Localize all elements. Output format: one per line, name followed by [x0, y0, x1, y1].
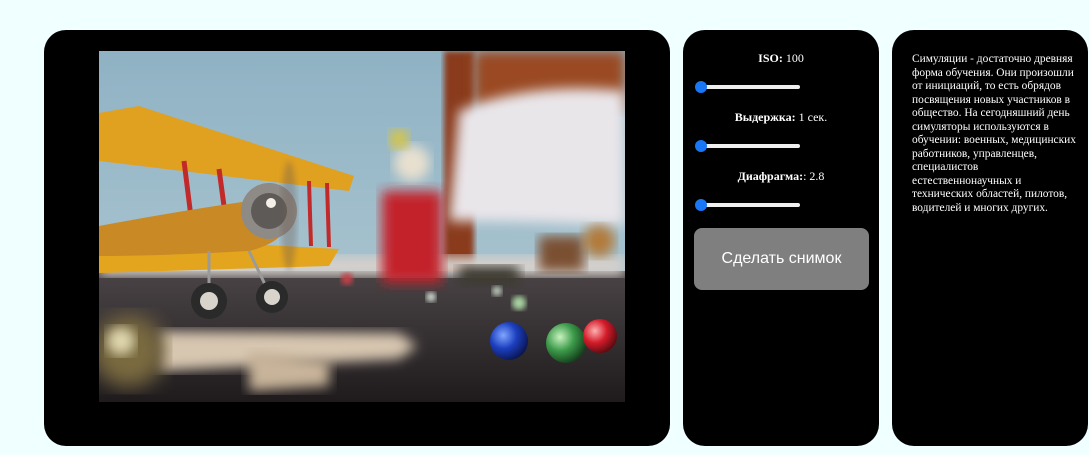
viewer-panel	[44, 30, 670, 446]
iso-label: ISO: 100	[683, 51, 879, 66]
shutter-slider-thumb[interactable]	[695, 140, 707, 152]
info-panel: Симуляции - достаточно древняя форма обу…	[892, 30, 1088, 446]
iso-value: 100	[785, 51, 804, 65]
aperture-label: Диафрагма:: 2.8	[683, 169, 879, 184]
iso-title: ISO:	[758, 51, 783, 65]
iso-slider[interactable]	[695, 81, 800, 93]
shutter-label: Выдержка: 1 сек.	[683, 110, 879, 125]
aperture-slider[interactable]	[695, 199, 800, 211]
shutter-slider-track[interactable]	[697, 144, 800, 148]
aperture-title: Диафрагма:	[737, 169, 804, 183]
aperture-slider-thumb[interactable]	[695, 199, 707, 211]
iso-slider-thumb[interactable]	[695, 81, 707, 93]
photo-scene	[99, 51, 625, 402]
iso-slider-track[interactable]	[697, 85, 800, 89]
camera-photo	[99, 51, 625, 402]
aperture-value: : 2.8	[803, 169, 825, 183]
shutter-title: Выдержка:	[734, 110, 796, 124]
take-snapshot-button[interactable]: Сделать снимок	[694, 228, 869, 290]
shutter-value: 1 сек.	[798, 110, 828, 124]
info-text: Симуляции - достаточно древняя форма обу…	[912, 53, 1076, 214]
shutter-slider[interactable]	[695, 140, 800, 152]
controls-panel: ISO: 100 Выдержка: 1 сек. Диафрагма:: 2.…	[683, 30, 879, 446]
aperture-slider-track[interactable]	[697, 203, 800, 207]
